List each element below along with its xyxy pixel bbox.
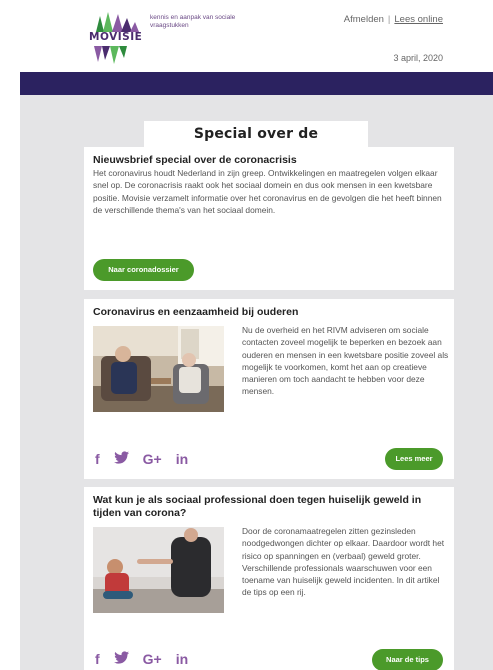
- unsubscribe-link[interactable]: Afmelden: [344, 14, 384, 25]
- header-links: Afmelden | Lees online: [344, 14, 443, 25]
- lees-meer-button[interactable]: Lees meer: [385, 448, 443, 470]
- article-card: Wat kun je als sociaal professional doen…: [84, 487, 454, 670]
- share-icons: f G+ in: [95, 651, 188, 667]
- newsletter-date: 3 april, 2020: [393, 53, 443, 63]
- facebook-icon[interactable]: f: [95, 651, 100, 667]
- intro-card: Nieuwsbrief special over de coronacrisis…: [84, 147, 454, 290]
- header-band: [20, 72, 493, 95]
- googleplus-icon[interactable]: G+: [143, 651, 162, 667]
- intro-heading[interactable]: Nieuwsbrief special over de coronacrisis: [93, 154, 297, 167]
- article-heading[interactable]: Wat kun je als sociaal professional doen…: [93, 494, 445, 520]
- logo-wordmark: MOVISIE: [89, 31, 143, 43]
- domestic-violence-photo[interactable]: [93, 527, 224, 613]
- elderly-photo[interactable]: [93, 326, 224, 412]
- twitter-icon[interactable]: [113, 451, 129, 467]
- facebook-icon[interactable]: f: [95, 451, 100, 467]
- share-icons: f G+ in: [95, 451, 188, 467]
- email-header: MOVISIE kennis en aanpak van sociale vra…: [0, 0, 493, 72]
- article-card: Coronavirus en eenzaamheid bij ouderen N…: [84, 299, 454, 479]
- linkedin-icon[interactable]: in: [176, 451, 188, 467]
- article-body: Door de coronamaatregelen zitten gezinsl…: [242, 526, 445, 598]
- coronadossier-button[interactable]: Naar coronadossier: [93, 259, 194, 281]
- naar-de-tips-button[interactable]: Naar de tips: [372, 649, 443, 670]
- article-body: Nu de overheid en het RIVM adviseren om …: [242, 325, 449, 397]
- googleplus-icon[interactable]: G+: [143, 451, 162, 467]
- twitter-icon[interactable]: [113, 651, 129, 667]
- logo-tagline: kennis en aanpak van sociale vraagstukke…: [150, 14, 236, 29]
- read-online-link[interactable]: Lees online: [394, 14, 443, 25]
- linkedin-icon[interactable]: in: [176, 651, 188, 667]
- article-heading[interactable]: Coronavirus en eenzaamheid bij ouderen: [93, 306, 445, 319]
- special-title-box: Special over de coronacrisis: [144, 121, 368, 168]
- link-separator: |: [387, 14, 391, 25]
- intro-body: Het coronavirus houdt Nederland in zijn …: [93, 168, 442, 215]
